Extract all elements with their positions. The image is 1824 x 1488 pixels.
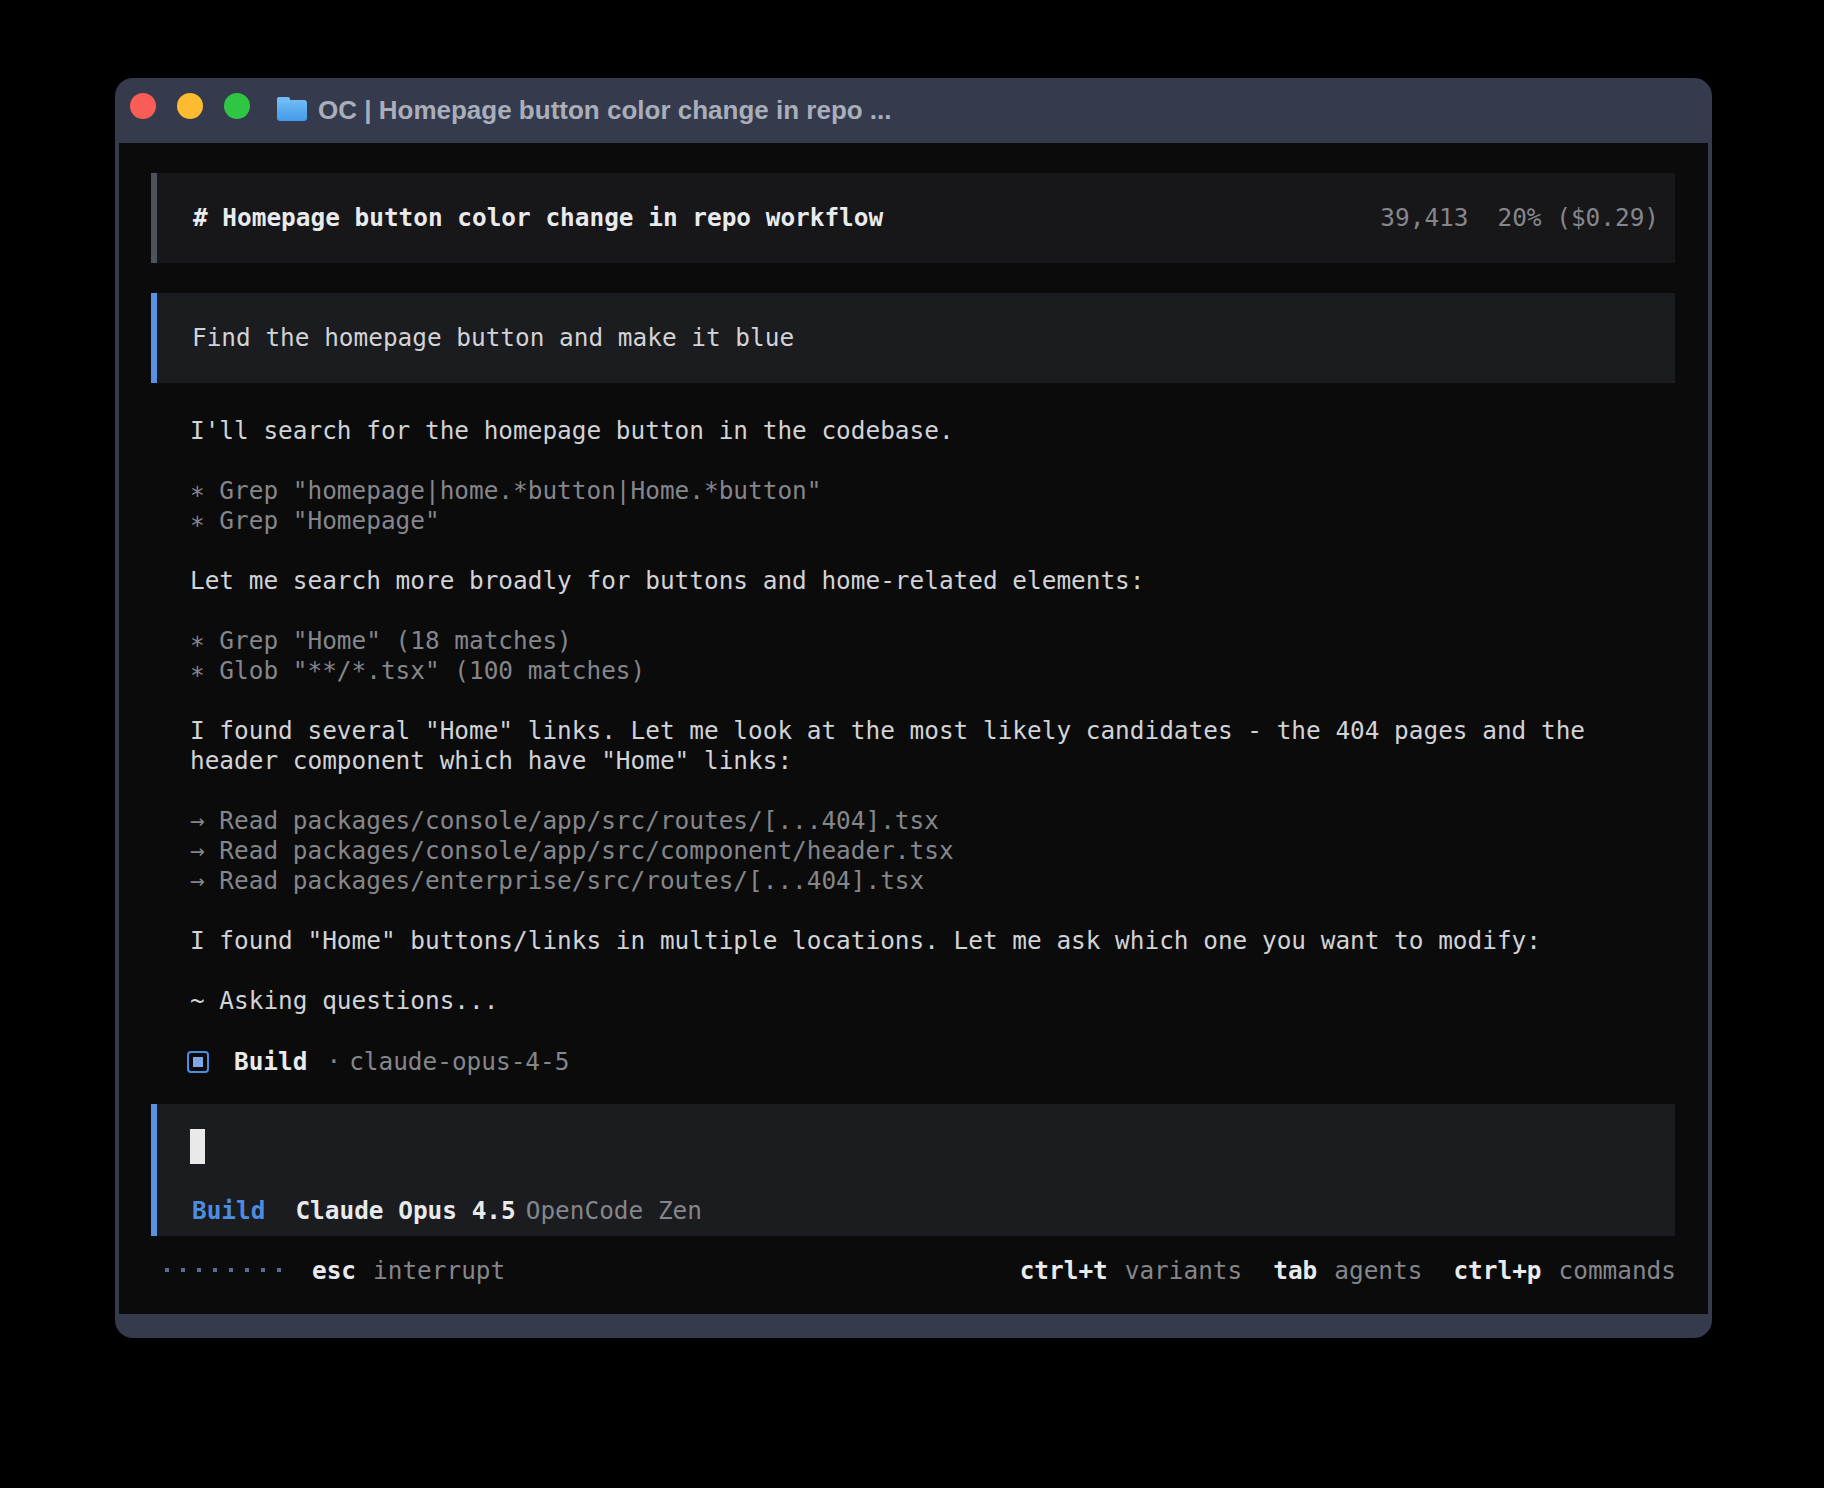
transcript-line bbox=[190, 446, 1585, 476]
transcript-line: ∗ Grep "Homepage" bbox=[190, 506, 1585, 536]
agent-model: claude-opus-4-5 bbox=[349, 1047, 569, 1077]
hint-agents: tabagents bbox=[1273, 1256, 1422, 1285]
esc-label: interrupt bbox=[373, 1256, 505, 1285]
input-agent-mode[interactable]: Build bbox=[192, 1196, 265, 1225]
transcript-line: I found several "Home" links. Let me loo… bbox=[190, 716, 1585, 746]
transcript-line: ∗ Grep "homepage|home.*button|Home.*butt… bbox=[190, 476, 1585, 506]
window-title: OC | Homepage button color change in rep… bbox=[318, 78, 892, 143]
spinner-dot bbox=[165, 1268, 169, 1272]
transcript-line bbox=[190, 776, 1585, 806]
minimize-button[interactable] bbox=[177, 93, 203, 119]
input-provider: OpenCode Zen bbox=[526, 1196, 702, 1225]
prompt-input[interactable]: Build Claude Opus 4.5 OpenCode Zen bbox=[151, 1104, 1675, 1236]
token-count: 39,413 bbox=[1380, 203, 1468, 232]
transcript-line: I'll search for the homepage button in t… bbox=[190, 416, 1585, 446]
agent-task-label: Build bbox=[234, 1047, 307, 1077]
transcript-line: ∗ Glob "**/*.tsx" (100 matches) bbox=[190, 656, 1585, 686]
agent-task-row: Build · claude-opus-4-5 bbox=[187, 1047, 569, 1077]
session-title: # Homepage button color change in repo w… bbox=[193, 203, 883, 233]
session-stats: 39,413 20% ($0.29) bbox=[1380, 203, 1659, 233]
spinner-dot bbox=[197, 1268, 201, 1272]
transcript-line: I found "Home" buttons/links in multiple… bbox=[190, 926, 1585, 956]
agent-square-icon bbox=[187, 1051, 209, 1073]
window-titlebar[interactable]: OC | Homepage button color change in rep… bbox=[115, 78, 1712, 143]
spinner-dot bbox=[245, 1268, 249, 1272]
transcript-line: → Read packages/enterprise/src/routes/[.… bbox=[190, 866, 1585, 896]
session-header: # Homepage button color change in repo w… bbox=[151, 173, 1675, 263]
hint-variants: ctrl+tvariants bbox=[1020, 1256, 1243, 1285]
terminal-window: OC | Homepage button color change in rep… bbox=[115, 78, 1712, 1338]
input-status-line: Build Claude Opus 4.5 OpenCode Zen bbox=[192, 1196, 702, 1226]
spinner-dot bbox=[277, 1268, 281, 1272]
zoom-button[interactable] bbox=[224, 93, 250, 119]
spinner-dots bbox=[165, 1264, 293, 1272]
transcript: I'll search for the homepage button in t… bbox=[190, 416, 1585, 1016]
transcript-line bbox=[190, 956, 1585, 986]
esc-key: esc bbox=[312, 1256, 356, 1285]
hint-commands: ctrl+pcommands bbox=[1453, 1256, 1676, 1285]
transcript-line bbox=[190, 536, 1585, 566]
transcript-line bbox=[190, 686, 1585, 716]
transcript-line: Let me search more broadly for buttons a… bbox=[190, 566, 1585, 596]
spinner-dot bbox=[261, 1268, 265, 1272]
shortcut-hints: ctrl+tvariants tabagents ctrl+pcommands bbox=[1020, 1256, 1676, 1286]
transcript-line: header component which have "Home" links… bbox=[190, 746, 1585, 776]
spinner-dot bbox=[229, 1268, 233, 1272]
status-bar: escinterrupt ctrl+tvariantstabagentsctrl… bbox=[119, 1256, 1708, 1286]
transcript-line: → Read packages/console/app/src/routes/[… bbox=[190, 806, 1585, 836]
transcript-line bbox=[190, 596, 1585, 626]
context-usage: 20% ($0.29) bbox=[1497, 203, 1659, 232]
transcript-line: ~ Asking questions... bbox=[190, 986, 1585, 1016]
text-cursor bbox=[190, 1129, 205, 1164]
folder-icon bbox=[277, 100, 307, 121]
transcript-line: ∗ Grep "Home" (18 matches) bbox=[190, 626, 1585, 656]
terminal-content: # Homepage button color change in repo w… bbox=[119, 143, 1708, 1314]
user-message-text: Find the homepage button and make it blu… bbox=[192, 323, 794, 353]
input-model[interactable]: Claude Opus 4.5 bbox=[295, 1196, 515, 1225]
close-button[interactable] bbox=[130, 93, 156, 119]
user-message: Find the homepage button and make it blu… bbox=[151, 293, 1675, 383]
transcript-line bbox=[190, 896, 1585, 926]
agent-separator: · bbox=[326, 1047, 341, 1077]
spinner-dot bbox=[181, 1268, 185, 1272]
spinner-dot bbox=[213, 1268, 217, 1272]
interrupt-hint: esc interrupt bbox=[312, 1256, 505, 1286]
transcript-line: → Read packages/console/app/src/componen… bbox=[190, 836, 1585, 866]
